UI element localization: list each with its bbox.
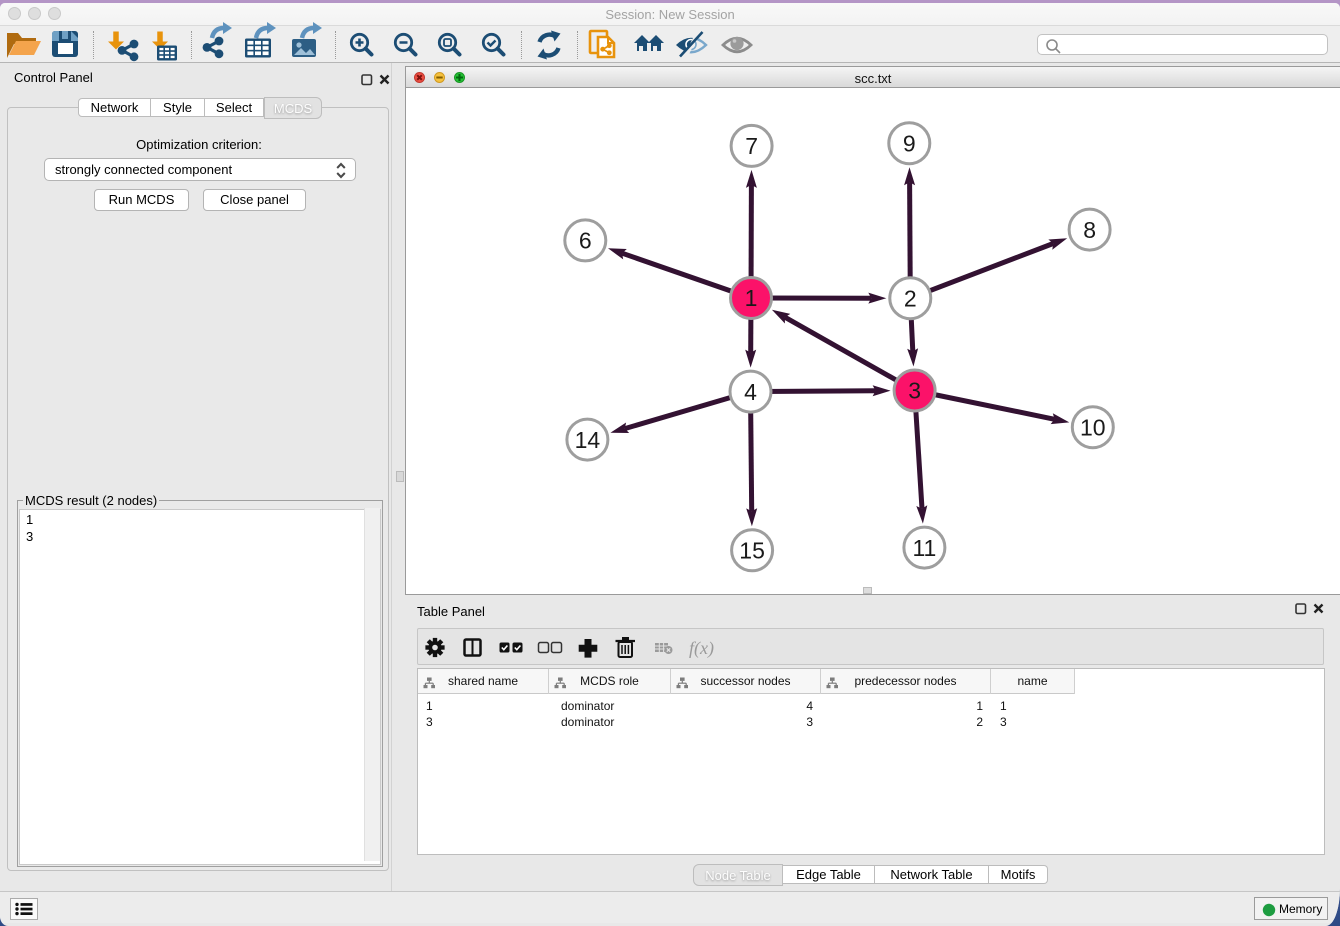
svg-text:3: 3 bbox=[908, 378, 921, 404]
svg-text:9: 9 bbox=[903, 130, 916, 156]
svg-text:f(x): f(x) bbox=[689, 638, 714, 659]
svg-text:4: 4 bbox=[744, 379, 757, 405]
svg-text:10: 10 bbox=[1080, 414, 1106, 440]
svg-text:2: 2 bbox=[904, 285, 917, 311]
svg-text:6: 6 bbox=[579, 228, 592, 254]
svg-text:15: 15 bbox=[739, 538, 765, 564]
svg-text:14: 14 bbox=[575, 427, 601, 453]
svg-text:11: 11 bbox=[912, 535, 936, 561]
svg-text:8: 8 bbox=[1083, 217, 1096, 243]
svg-text:7: 7 bbox=[745, 133, 758, 159]
svg-text:1: 1 bbox=[745, 285, 758, 311]
